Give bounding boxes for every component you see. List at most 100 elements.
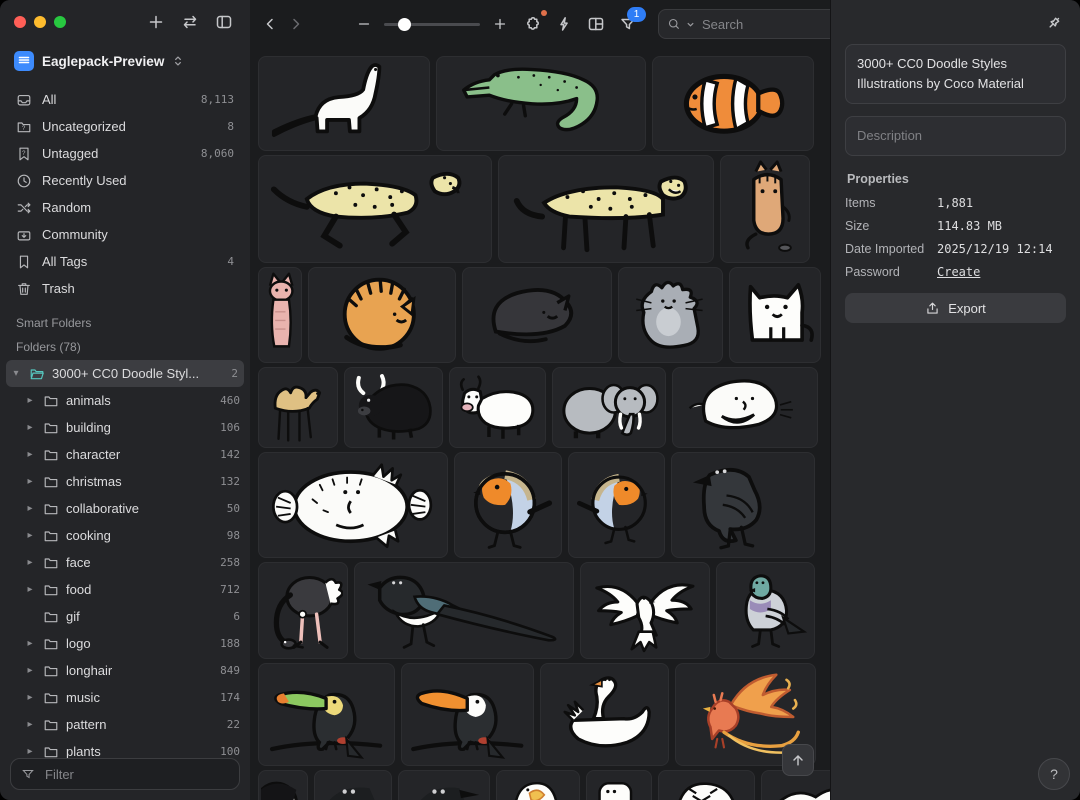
actions-button[interactable] <box>552 12 576 36</box>
pin-panel-button[interactable] <box>1042 10 1066 34</box>
grid-item-cat-sleeping[interactable] <box>462 267 612 363</box>
add-button[interactable] <box>144 10 168 34</box>
caret-right-icon[interactable]: ▸ <box>24 746 36 757</box>
folder-count: 98 <box>227 529 240 542</box>
folder-row-longhair[interactable]: ▸longhair849 <box>0 657 250 684</box>
grid-item-magpie[interactable] <box>354 562 574 659</box>
slider-knob[interactable] <box>398 18 411 31</box>
caret-right-icon[interactable]: ▸ <box>24 476 36 487</box>
folder-row-logo[interactable]: ▸logo188 <box>0 630 250 657</box>
close-window-button[interactable] <box>14 16 26 28</box>
grid-item-cheetah-running[interactable] <box>258 155 492 263</box>
toggle-sidebar-icon[interactable] <box>212 10 236 34</box>
folder-row-gif[interactable]: gif6 <box>0 603 250 630</box>
grid-item-white-cat[interactable] <box>729 267 821 363</box>
help-button[interactable]: ? <box>1038 758 1070 790</box>
folder-row-building[interactable]: ▸building106 <box>0 414 250 441</box>
grid-item-cat-sitting[interactable] <box>720 155 810 263</box>
grid-item-goose-partial[interactable] <box>586 770 652 800</box>
caret-right-icon[interactable]: ▸ <box>24 395 36 406</box>
grid-item-flatfish[interactable] <box>258 452 448 558</box>
grid-item-cheetah-standing[interactable] <box>498 155 714 263</box>
grid-item-toucan-orange[interactable] <box>401 663 534 766</box>
search-box[interactable] <box>658 9 852 39</box>
sidebar-item-uncategorized[interactable]: ?Uncategorized8 <box>0 113 250 140</box>
sidebar-item-all[interactable]: All8,113 <box>0 86 250 113</box>
caret-right-icon[interactable]: ▸ <box>24 530 36 541</box>
caret-right-icon[interactable]: ▸ <box>24 503 36 514</box>
grid-item-toucan-green[interactable] <box>258 663 395 766</box>
layout-button[interactable] <box>584 12 608 36</box>
scroll-to-top-button[interactable] <box>782 744 814 776</box>
export-icon <box>925 301 940 316</box>
folder-title-field[interactable]: 3000+ CC0 Doodle Styles Illustrations by… <box>845 44 1066 104</box>
sidebar-item-random[interactable]: Random <box>0 194 250 221</box>
grid-item-swan[interactable] <box>540 663 669 766</box>
grid-item-ostrich[interactable] <box>258 562 348 659</box>
folder-row-pattern[interactable]: ▸pattern22 <box>0 711 250 738</box>
filter-input[interactable] <box>43 766 229 783</box>
grid-item-chick-partial[interactable] <box>496 770 580 800</box>
zoom-window-button[interactable] <box>54 16 66 28</box>
folder-row-music[interactable]: ▸music174 <box>0 684 250 711</box>
sidebar-item-all-tags[interactable]: All Tags4 <box>0 248 250 275</box>
description-field[interactable]: Description <box>845 116 1066 156</box>
folder-row-root[interactable]: ▾3000+ CC0 Doodle Styl...2 <box>6 360 244 387</box>
forward-button[interactable] <box>284 12 308 36</box>
sidebar-item-community[interactable]: Community <box>0 221 250 248</box>
grid-item-blobfish[interactable] <box>672 367 818 448</box>
grid-item-robin-right[interactable] <box>568 452 665 558</box>
grid-item-fluffy-cat[interactable] <box>618 267 723 363</box>
grid-item-robin[interactable] <box>454 452 562 558</box>
grid-item-cat-curled[interactable] <box>308 267 456 363</box>
grid-item-camel[interactable] <box>258 367 338 448</box>
caret-right-icon[interactable]: ▸ <box>24 719 36 730</box>
library-selector[interactable]: Eaglepack-Preview <box>0 44 250 78</box>
folder-row-character[interactable]: ▸character142 <box>0 441 250 468</box>
sidebar-item-trash[interactable]: Trash <box>0 275 250 302</box>
folder-row-christmas[interactable]: ▸christmas132 <box>0 468 250 495</box>
grid-item-dove[interactable] <box>580 562 710 659</box>
grid-item-elephant[interactable] <box>552 367 666 448</box>
grid-item-dinosaur[interactable] <box>258 56 430 151</box>
caret-right-icon[interactable]: ▸ <box>24 665 36 676</box>
grid-item-pigeon[interactable] <box>716 562 815 659</box>
grid-item-penguin-partial[interactable] <box>258 770 308 800</box>
grid-item-crow-partial[interactable] <box>314 770 392 800</box>
caret-down-icon[interactable]: ▾ <box>10 368 22 379</box>
thumbnail-size-slider[interactable] <box>384 23 480 26</box>
search-input[interactable] <box>700 16 843 33</box>
folder-row-animals[interactable]: ▸animals460 <box>0 387 250 414</box>
caret-right-icon[interactable]: ▸ <box>24 638 36 649</box>
caret-right-icon[interactable]: ▸ <box>24 584 36 595</box>
search-scope-chevron-icon[interactable] <box>686 20 695 29</box>
folder-row-cooking[interactable]: ▸cooking98 <box>0 522 250 549</box>
grid-item-raven-partial[interactable] <box>398 770 490 800</box>
grid-item-crow[interactable] <box>671 452 815 558</box>
folder-row-food[interactable]: ▸food712 <box>0 576 250 603</box>
caret-right-icon[interactable]: ▸ <box>24 449 36 460</box>
folder-row-collaborative[interactable]: ▸collaborative50 <box>0 495 250 522</box>
folder-row-face[interactable]: ▸face258 <box>0 549 250 576</box>
grid-item-sphynx-cat[interactable] <box>258 267 302 363</box>
property-value[interactable]: Create <box>937 265 980 279</box>
sidebar-item-recently-used[interactable]: Recently Used <box>0 167 250 194</box>
zoom-in-button[interactable] <box>488 12 512 36</box>
back-button[interactable] <box>258 12 282 36</box>
caret-right-icon[interactable]: ▸ <box>24 422 36 433</box>
caret-right-icon[interactable]: ▸ <box>24 557 36 568</box>
filter-button[interactable]: 1 <box>616 12 640 36</box>
grid-item-cow[interactable] <box>449 367 546 448</box>
zoom-out-button[interactable] <box>352 12 376 36</box>
grid-item-clownfish[interactable] <box>652 56 814 151</box>
grid-item-crocodile[interactable] <box>436 56 646 151</box>
sort-icon[interactable] <box>178 10 202 34</box>
grid-item-owl-partial[interactable] <box>658 770 755 800</box>
plugins-button[interactable] <box>520 12 544 36</box>
export-button[interactable]: Export <box>845 293 1066 323</box>
minimize-window-button[interactable] <box>34 16 46 28</box>
grid-item-bull[interactable] <box>344 367 443 448</box>
caret-right-icon[interactable]: ▸ <box>24 692 36 703</box>
sidebar-item-untagged[interactable]: ?Untagged8,060 <box>0 140 250 167</box>
sidebar-filter[interactable] <box>10 758 240 790</box>
